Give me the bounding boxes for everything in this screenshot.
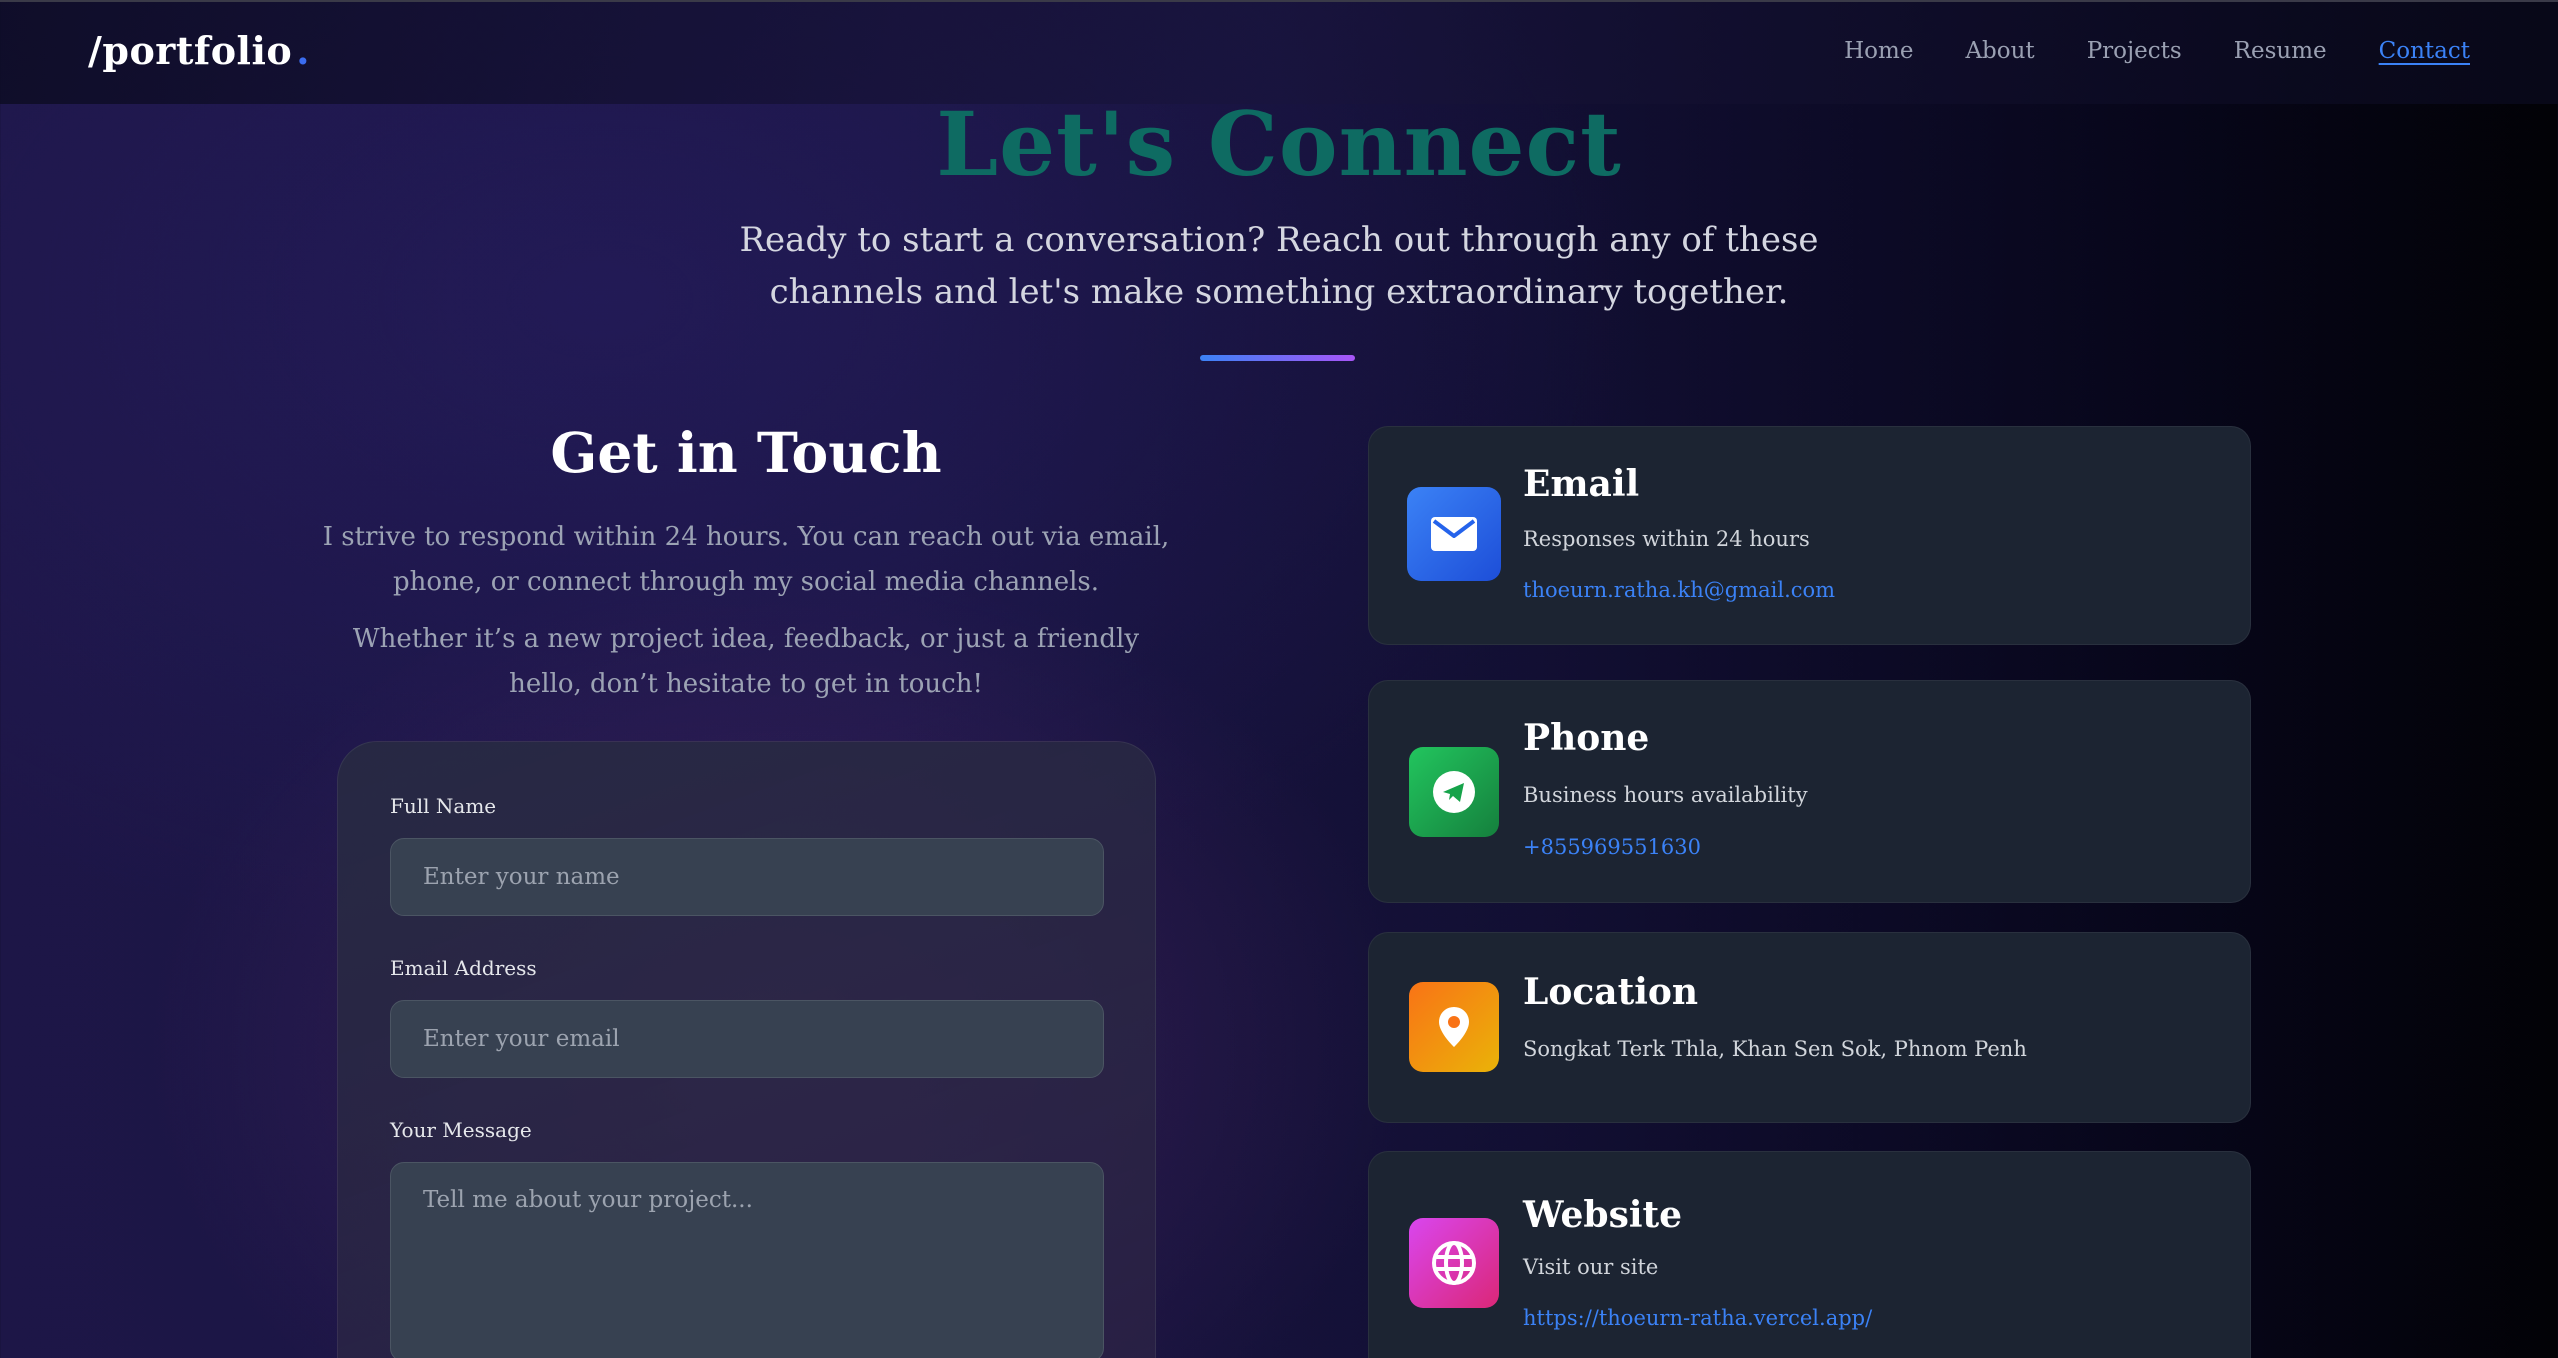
phone-card-description: Business hours availability xyxy=(1523,783,1808,807)
email-link[interactable]: thoeurn.ratha.kh@gmail.com xyxy=(1523,578,1835,602)
nav-link-contact[interactable]: Contact xyxy=(2379,38,2470,64)
phone-card-title: Phone xyxy=(1523,717,1650,759)
contact-card-phone[interactable]: Phone Business hours availability +85596… xyxy=(1368,680,2251,903)
full-name-input[interactable] xyxy=(390,838,1104,916)
email-address-label: Email Address xyxy=(390,956,537,980)
email-card-description: Responses within 24 hours xyxy=(1523,527,1810,551)
gradient-divider xyxy=(1200,355,1355,361)
website-card-title: Website xyxy=(1523,1194,1683,1236)
nav-link-about[interactable]: About xyxy=(1965,38,2034,64)
nav-link-resume[interactable]: Resume xyxy=(2234,38,2327,64)
phone-link[interactable]: +855969551630 xyxy=(1523,835,1701,859)
map-pin-icon xyxy=(1409,982,1499,1072)
contact-form: Full Name Email Address Your Message xyxy=(337,741,1156,1358)
nav-link-projects[interactable]: Projects xyxy=(2087,38,2182,64)
location-address: Songkat Terk Thla, Khan Sen Sok, Phnom P… xyxy=(1523,1037,2027,1061)
top-navigation: /portfolio. Home About Projects Resume C… xyxy=(0,2,2558,104)
page-title: Let's Connect xyxy=(936,92,1622,196)
logo-text: /portfolio xyxy=(88,28,293,73)
invitation-paragraph: Whether it’s a new project idea, feedbac… xyxy=(352,624,1140,699)
contact-card-email[interactable]: Email Responses within 24 hours thoeurn.… xyxy=(1368,426,2251,645)
message-textarea[interactable] xyxy=(390,1162,1104,1358)
telegram-icon xyxy=(1409,747,1499,837)
response-time-paragraph: I strive to respond within 24 hours. You… xyxy=(322,522,1170,597)
website-link[interactable]: https://thoeurn-ratha.vercel.app/ xyxy=(1523,1306,1872,1330)
full-name-label: Full Name xyxy=(390,794,497,818)
message-label: Your Message xyxy=(390,1118,532,1142)
envelope-icon xyxy=(1407,487,1501,581)
site-logo[interactable]: /portfolio. xyxy=(88,28,310,73)
location-card-title: Location xyxy=(1523,971,1699,1013)
globe-icon xyxy=(1409,1218,1499,1308)
email-input[interactable] xyxy=(390,1000,1104,1078)
contact-card-website[interactable]: Website Visit our site https://thoeurn-r… xyxy=(1368,1151,2251,1358)
get-in-touch-heading: Get in Touch xyxy=(550,420,942,485)
nav-links: Home About Projects Resume Contact xyxy=(1844,38,2470,64)
nav-link-home[interactable]: Home xyxy=(1844,38,1913,64)
page-subtitle: Ready to start a conversation? Reach out… xyxy=(739,220,1819,312)
logo-dot: . xyxy=(296,28,311,73)
website-card-description: Visit our site xyxy=(1523,1255,1659,1279)
email-card-title: Email xyxy=(1523,463,1640,505)
contact-card-location[interactable]: Location Songkat Terk Thla, Khan Sen Sok… xyxy=(1368,932,2251,1123)
